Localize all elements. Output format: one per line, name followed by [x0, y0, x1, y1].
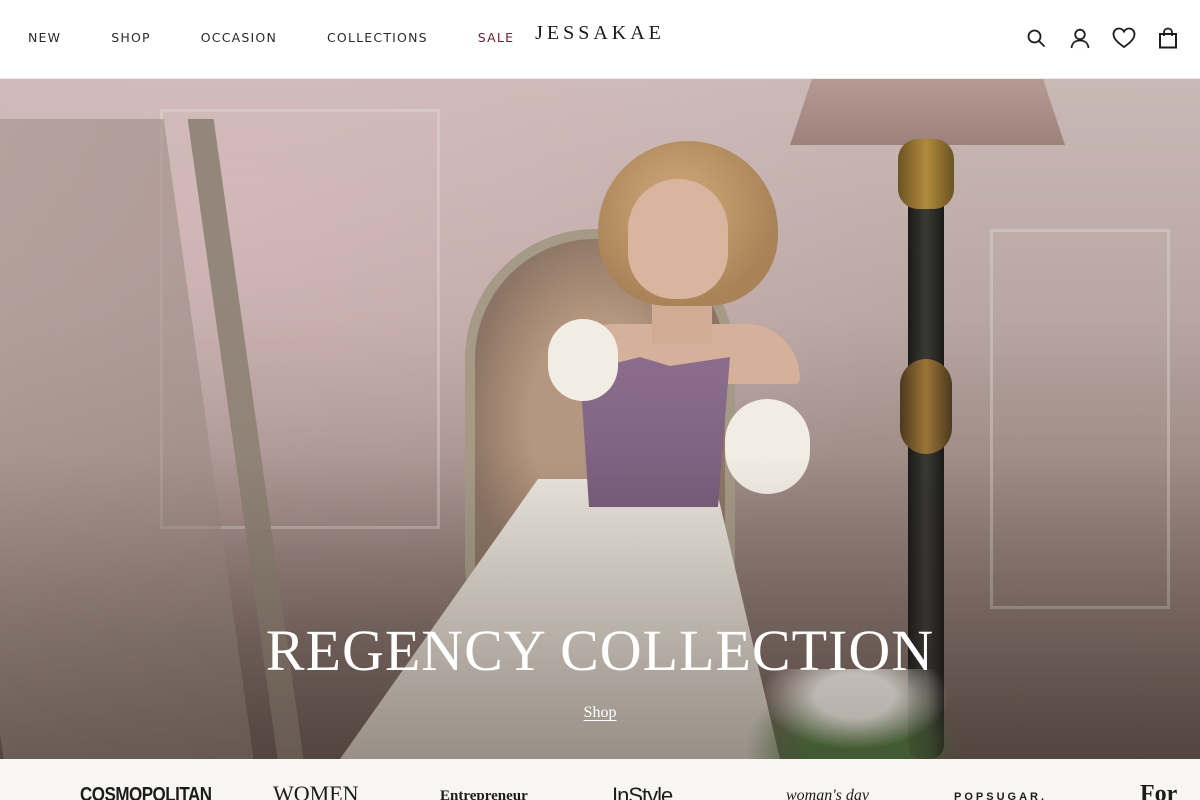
nav-item-collections[interactable]: COLLECTIONS [327, 30, 428, 45]
brand-logo[interactable]: JESSAKAE [535, 22, 665, 45]
shopping-bag-icon[interactable] [1154, 24, 1182, 52]
press-logo-forbes: For [1140, 781, 1178, 800]
press-logo-women: WOMEN [273, 781, 359, 800]
press-logo-entrepreneur: Entrepreneur [440, 788, 528, 800]
main-nav: NEW SHOP OCCASION COLLECTIONS SALE [28, 0, 564, 74]
press-logo-cosmopolitan: COSMOPOLITAN [80, 783, 212, 800]
nav-item-occasion[interactable]: OCCASION [201, 30, 277, 45]
nav-item-sale[interactable]: SALE [478, 30, 514, 45]
press-logo-womans-day: woman's day [786, 787, 869, 800]
press-logo-instyle: InStyle [612, 783, 673, 800]
nav-item-new[interactable]: NEW [28, 30, 61, 45]
hero-cta-wrapper: Shop [0, 704, 1200, 722]
hero-banner[interactable]: REGENCY COLLECTION Shop [0, 79, 1200, 759]
press-logo-popsugar: POPSUGAR. [954, 791, 1048, 800]
account-icon[interactable] [1066, 24, 1094, 52]
press-logos-bar: COSMOPOLITAN WOMEN Entrepreneur InStyle … [0, 759, 1200, 800]
nav-item-shop[interactable]: SHOP [111, 30, 151, 45]
site-header: NEW SHOP OCCASION COLLECTIONS SALE JESSA… [0, 0, 1200, 79]
wishlist-heart-icon[interactable] [1110, 24, 1138, 52]
hero-shop-link[interactable]: Shop [584, 704, 617, 721]
search-icon[interactable] [1022, 24, 1050, 52]
header-icons [1006, 24, 1182, 52]
hero-title: REGENCY COLLECTION [265, 618, 935, 683]
